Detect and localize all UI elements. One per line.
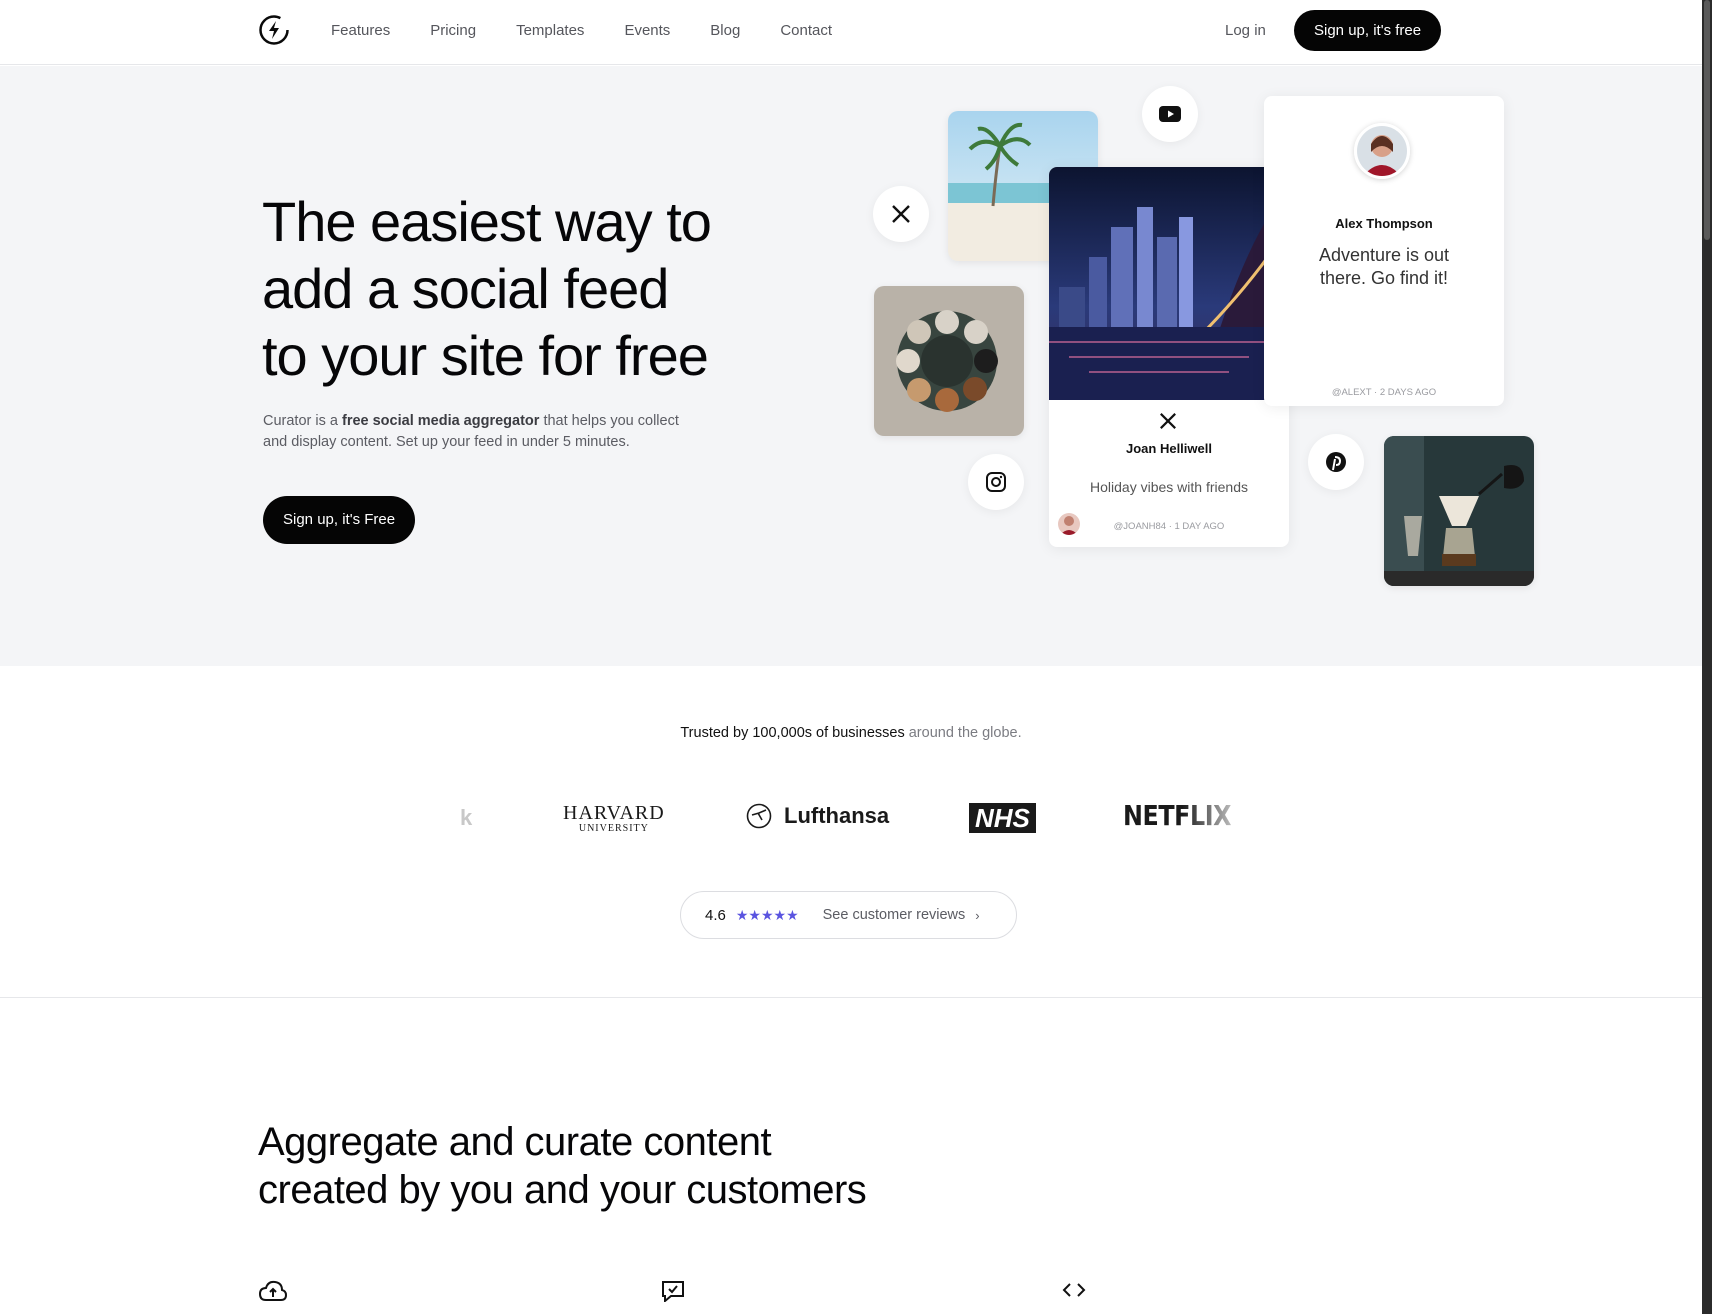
- harvard-logo-sub: UNIVERSITY: [578, 823, 649, 834]
- coffee-cups-photo: [874, 286, 1024, 436]
- pinterest-icon: [1326, 452, 1346, 472]
- joan-x-icon: [1160, 413, 1176, 429]
- instagram-badge: [968, 454, 1024, 510]
- section-divider: [0, 997, 1702, 998]
- see-reviews-link[interactable]: See customer reviews: [823, 907, 966, 923]
- nav-link-features[interactable]: Features: [331, 20, 390, 42]
- hero-description: Curator is a free social media aggregato…: [263, 411, 703, 453]
- chevron-right-icon: ›: [975, 907, 980, 923]
- pinterest-badge: [1308, 434, 1364, 490]
- alex-post-text: Adventure is out there. Go find it!: [1318, 245, 1450, 288]
- joan-author-name: Joan Helliwell: [1126, 441, 1212, 456]
- lufthansa-logo-text: Lufthansa: [784, 803, 890, 828]
- netflix-logo: NETFLIX: [1123, 799, 1250, 832]
- nav-link-contact[interactable]: Contact: [780, 20, 832, 42]
- nav-links: Features Pricing Templates Events Blog C…: [331, 20, 832, 42]
- nav-link-pricing[interactable]: Pricing: [430, 20, 476, 42]
- instagram-icon: [986, 472, 1006, 492]
- nhs-logo-text: NHS: [969, 803, 1036, 833]
- login-link[interactable]: Log in: [1225, 20, 1266, 42]
- city-night-photo: [1049, 167, 1289, 400]
- hero-title: The easiest way to add a social feed to …: [262, 188, 822, 389]
- scrollbar-thumb[interactable]: [1704, 0, 1710, 240]
- nav-link-events[interactable]: Events: [624, 20, 670, 42]
- lufthansa-crane-icon: [746, 803, 772, 829]
- rating-score: 4.6: [705, 906, 726, 924]
- lufthansa-logo: Lufthansa: [746, 803, 889, 829]
- nav-link-templates[interactable]: Templates: [516, 20, 584, 42]
- hero-title-line-2: add a social feed: [262, 257, 669, 320]
- trusted-bold: Trusted by 100,000s of businesses: [680, 725, 905, 741]
- hero-desc-bold: free social media aggregator: [341, 413, 540, 429]
- trusted-muted: around the globe.: [904, 725, 1022, 741]
- signup-button[interactable]: Sign up, it's free: [1294, 10, 1442, 51]
- message-check-icon: [662, 1281, 684, 1302]
- top-navigation: Features Pricing Templates Events Blog C…: [0, 0, 1702, 65]
- x-badge: [873, 186, 929, 242]
- partial-logo-text: k: [460, 805, 473, 830]
- cloud-upload-icon: [259, 1280, 287, 1301]
- nhs-logo: NHS: [969, 803, 1036, 833]
- hero-section: The easiest way to add a social feed to …: [0, 66, 1702, 666]
- youtube-badge: [1142, 86, 1198, 142]
- harvard-logo: HARVARD UNIVERSITY: [563, 803, 665, 835]
- nav-link-blog[interactable]: Blog: [710, 20, 740, 42]
- post-card-alex[interactable]: Alex Thompson Adventure is out there. Go…: [1264, 96, 1504, 406]
- x-icon: [892, 205, 910, 223]
- hero-desc-prefix: Curator is a: [263, 413, 342, 429]
- joan-post-text: Holiday vibes with friends: [1090, 479, 1248, 495]
- client-logos: k HARVARD UNIVERSITY Lufthansa NHS NETFL…: [0, 795, 1702, 845]
- harvard-logo-main: HARVARD: [563, 802, 665, 824]
- partial-logo: k: [460, 805, 472, 831]
- pour-over-coffee-photo: [1384, 436, 1534, 586]
- hero-title-line-1: The easiest way to: [262, 190, 712, 253]
- curator-logo-icon[interactable]: [258, 14, 290, 46]
- post-card-joan[interactable]: Joan Helliwell Holiday vibes with friend…: [1049, 167, 1289, 547]
- rating-stars-icon: ★★★★★: [735, 906, 799, 923]
- hero-signup-button[interactable]: Sign up, it's Free: [263, 496, 416, 544]
- alex-post-meta: @ALEXT · 2 DAYS AGO: [1331, 387, 1437, 398]
- alex-author-name: Alex Thompson: [1335, 216, 1433, 231]
- page-scrollbar[interactable]: [1702, 0, 1712, 1314]
- customer-reviews-pill[interactable]: 4.6 ★★★★★ See customer reviews ›: [680, 891, 1017, 939]
- hero-title-line-3: to your site for free: [262, 324, 709, 387]
- netflix-logo-text: NETFLIX: [1123, 799, 1232, 832]
- youtube-icon: [1159, 106, 1181, 122]
- code-icon: [1062, 1283, 1086, 1297]
- alex-avatar: [1354, 123, 1410, 179]
- trusted-by-text: Trusted by 100,000s of businesses around…: [0, 725, 1702, 741]
- features-title-line-1: Aggregate and curate content: [258, 1120, 772, 1164]
- joan-post-meta: @JOANH84 · 1 DAY AGO: [1113, 521, 1225, 532]
- features-title: Aggregate and curate content created by …: [258, 1118, 867, 1214]
- features-title-line-2: created by you and your customers: [258, 1168, 867, 1212]
